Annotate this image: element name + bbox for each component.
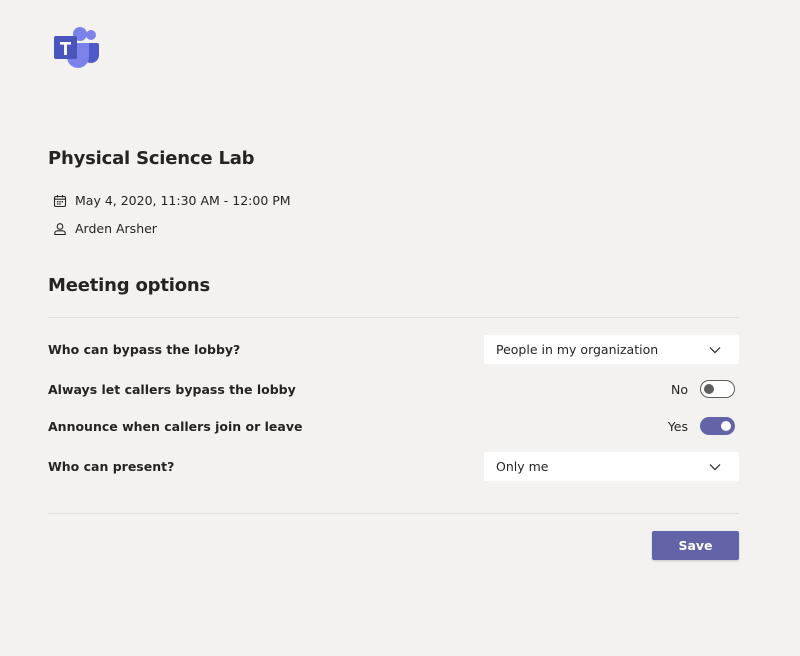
announce-callers-label: Announce when callers join or leave <box>48 419 303 434</box>
callers-bypass-toggle-group: No <box>671 380 735 398</box>
announce-callers-toggle[interactable] <box>700 417 735 435</box>
who-can-present-label: Who can present? <box>48 459 175 474</box>
meeting-options-heading: Meeting options <box>48 275 210 296</box>
chevron-down-icon <box>709 346 721 353</box>
save-button[interactable]: Save <box>652 531 739 560</box>
calendar-icon <box>53 194 67 208</box>
announce-callers-toggle-group: Yes <box>668 417 735 435</box>
bypass-lobby-value: People in my organization <box>496 342 659 357</box>
meeting-organizer-row: Arden Arsher <box>53 221 157 236</box>
meeting-title: Physical Science Lab <box>48 148 255 169</box>
meeting-datetime-row: May 4, 2020, 11:30 AM - 12:00 PM <box>53 193 291 208</box>
toggle-knob <box>721 421 731 431</box>
chevron-down-icon <box>709 463 721 470</box>
meeting-organizer: Arden Arsher <box>75 221 157 236</box>
meeting-datetime: May 4, 2020, 11:30 AM - 12:00 PM <box>75 193 291 208</box>
callers-bypass-label: Always let callers bypass the lobby <box>48 382 296 397</box>
microsoft-teams-logo-icon <box>53 27 101 69</box>
toggle-knob <box>704 383 714 394</box>
divider <box>48 513 739 514</box>
who-can-present-dropdown[interactable]: Only me <box>484 452 739 481</box>
bypass-lobby-label: Who can bypass the lobby? <box>48 342 241 357</box>
bypass-lobby-dropdown[interactable]: People in my organization <box>484 335 739 364</box>
callers-bypass-state: No <box>671 381 688 397</box>
divider <box>48 317 739 318</box>
person-icon <box>53 222 67 236</box>
who-can-present-value: Only me <box>496 459 549 474</box>
callers-bypass-toggle[interactable] <box>700 380 735 398</box>
announce-callers-state: Yes <box>667 418 688 434</box>
